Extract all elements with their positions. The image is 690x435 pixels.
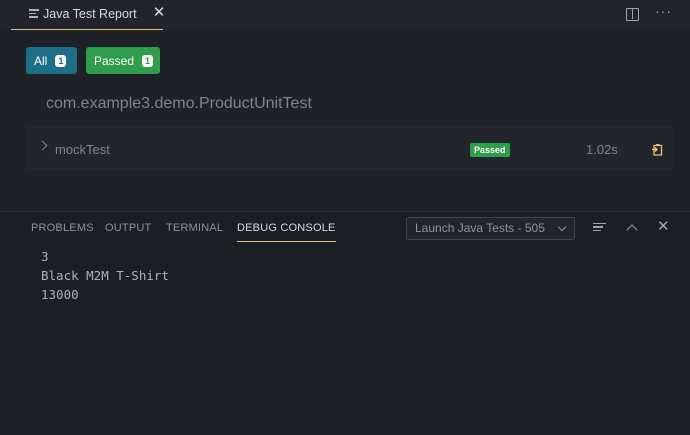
bottom-panel: PROBLEMS OUTPUT TERMINAL DEBUG CONSOLE L… [0, 211, 690, 435]
close-icon[interactable]: ✕ [152, 5, 166, 21]
preview-icon [29, 9, 39, 19]
tab-java-test-report[interactable]: Java Test Report ✕ [11, 0, 166, 30]
filter-all-button[interactable]: All 1 [26, 47, 77, 74]
debug-session-value: Launch Java Tests - 505 [415, 221, 545, 235]
close-panel-icon[interactable]: ✕ [657, 218, 670, 236]
test-row[interactable]: mockTest Passed 1.02s [26, 126, 674, 170]
filter-all-label: All [34, 53, 48, 68]
tab-title: Java Test Report [43, 7, 137, 21]
filter-all-count: 1 [55, 54, 67, 67]
filter-passed-button[interactable]: Passed 1 [86, 47, 160, 74]
clear-console-icon[interactable] [593, 223, 607, 234]
test-suite-title: com.example3.demo.ProductUnitTest [46, 95, 312, 112]
console-line: 13000 [41, 287, 79, 302]
split-editor-icon[interactable] [626, 8, 639, 21]
tab-debug-console[interactable]: DEBUG CONSOLE [237, 222, 336, 242]
status-badge: Passed [470, 143, 510, 157]
test-report: All 1 Passed 1 com.example3.demo.Product… [0, 30, 690, 211]
editor-tab-bar: Java Test Report ✕ ··· [0, 0, 690, 30]
more-actions-icon[interactable]: ··· [655, 3, 672, 19]
test-name: mockTest [55, 142, 110, 157]
maximize-panel-icon[interactable] [626, 224, 638, 236]
filter-passed-label: Passed [94, 53, 135, 68]
console-line: 3 [41, 249, 49, 264]
tab-output[interactable]: OUTPUT [105, 222, 151, 234]
test-duration: 1.02s [586, 142, 618, 157]
go-to-source-icon[interactable] [651, 143, 665, 157]
console-line: Black M2M T-Shirt [41, 268, 169, 283]
chevron-right-icon[interactable] [37, 140, 48, 151]
debug-console-output: 3 Black M2M T-Shirt 13000 [41, 247, 169, 304]
debug-session-select[interactable]: Launch Java Tests - 505 [406, 217, 575, 240]
chevron-down-icon [557, 222, 567, 232]
tab-terminal[interactable]: TERMINAL [166, 222, 223, 234]
filter-passed-count: 1 [142, 54, 154, 67]
tab-problems[interactable]: PROBLEMS [31, 222, 94, 234]
